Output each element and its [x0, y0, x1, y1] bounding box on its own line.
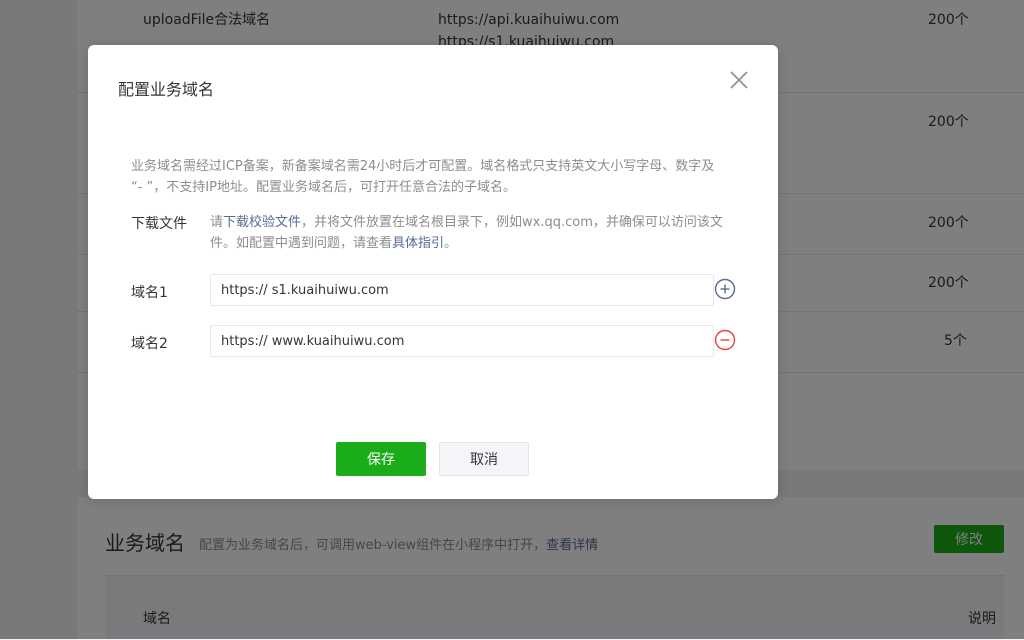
dialog-title: 配置业务域名 — [118, 80, 215, 99]
notice-line-2: “- ”，不支持IP地址。配置业务域名后，可打开任意合法的子域名。 — [131, 180, 516, 195]
download-verify-file-link[interactable]: 下载校验文件 — [223, 215, 301, 230]
save-button[interactable]: 保存 — [336, 442, 426, 476]
download-prefix: 请 — [210, 215, 224, 230]
close-icon[interactable] — [726, 67, 752, 93]
domain-1-input[interactable] — [210, 274, 714, 306]
domain-2-label: 域名2 — [131, 336, 168, 352]
download-file-label: 下载文件 — [131, 216, 187, 232]
cancel-button[interactable]: 取消 — [439, 442, 529, 476]
download-instructions: 请下载校验文件，并将文件放置在域名根目录下，例如wx.qq.com，并确保可以访… — [210, 212, 740, 254]
plus-circle-icon[interactable] — [714, 278, 736, 300]
notice-line-1: 业务域名需经过ICP备案，新备案域名需24小时后才可配置。域名格式只支持英文大小… — [131, 159, 715, 174]
download-suffix: 。 — [444, 236, 458, 251]
domain-notice: 业务域名需经过ICP备案，新备案域名需24小时后才可配置。域名格式只支持英文大小… — [131, 156, 741, 198]
domain-2-input[interactable] — [210, 325, 714, 357]
domain-1-label: 域名1 — [131, 285, 168, 301]
configure-domain-dialog: 配置业务域名 业务域名需经过ICP备案，新备案域名需24小时后才可配置。域名格式… — [88, 45, 778, 499]
minus-circle-icon[interactable] — [714, 329, 736, 351]
guide-link[interactable]: 具体指引 — [392, 236, 444, 251]
